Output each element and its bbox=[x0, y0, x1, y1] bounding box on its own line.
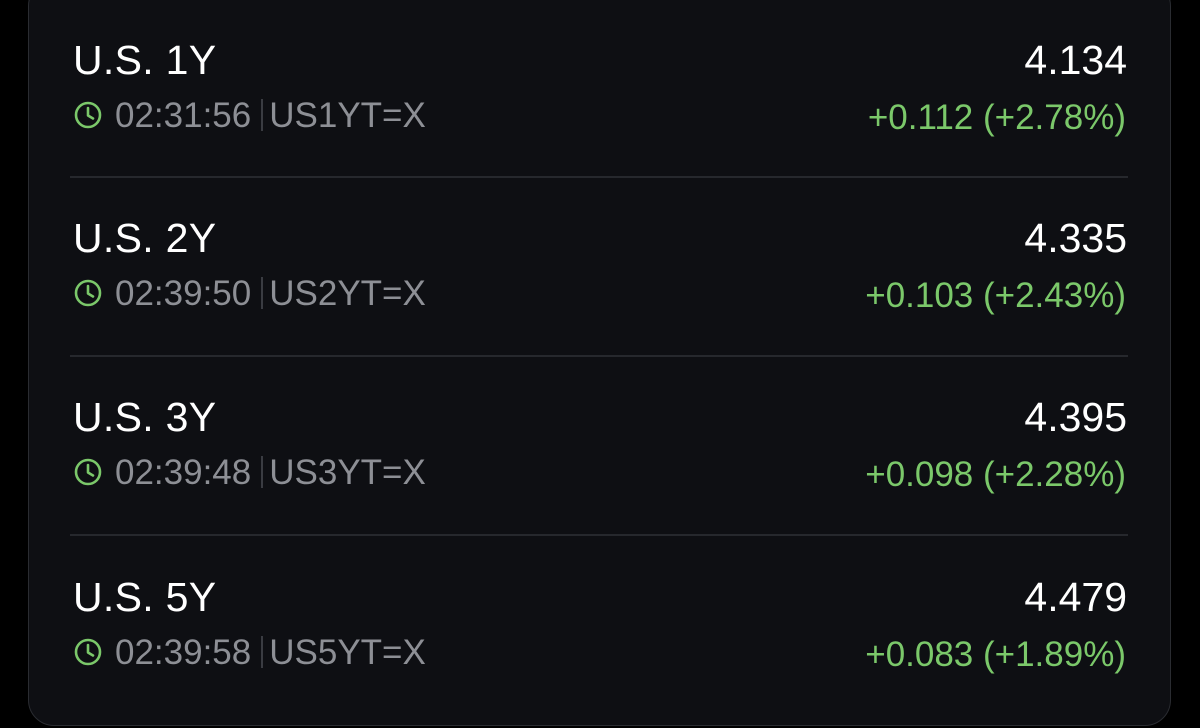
quote-name: U.S. 2Y bbox=[73, 215, 217, 261]
quote-row-us1y[interactable]: U.S. 1Y 02:31:56 US1YT=X 4.134 +0.112 (+… bbox=[70, 0, 1128, 178]
quote-row-us5y[interactable]: U.S. 5Y 02:39:58 US5YT=X 4.479 +0.083 (+… bbox=[70, 537, 1128, 715]
quote-time: 02:39:50 bbox=[115, 273, 252, 313]
quote-meta: 02:39:50 US2YT=X bbox=[73, 273, 426, 313]
quote-symbol: US3YT=X bbox=[269, 452, 426, 492]
row-divider bbox=[70, 534, 1128, 536]
quote-name: U.S. 3Y bbox=[73, 394, 217, 440]
quote-price: 4.479 bbox=[1024, 574, 1127, 620]
quote-row-us3y[interactable]: U.S. 3Y 02:39:48 US3YT=X 4.395 +0.098 (+… bbox=[70, 357, 1128, 535]
quote-time: 02:39:48 bbox=[115, 452, 252, 492]
clock-icon bbox=[74, 279, 102, 307]
quote-change: +0.112 (+2.78%) bbox=[867, 98, 1126, 137]
separator bbox=[261, 277, 264, 309]
quote-row-us2y[interactable]: U.S. 2Y 02:39:50 US2YT=X 4.335 +0.103 (+… bbox=[70, 178, 1128, 356]
quote-meta: 02:31:56 US1YT=X bbox=[73, 95, 426, 135]
quote-change: +0.098 (+2.28%) bbox=[865, 455, 1126, 494]
quote-change: +0.103 (+2.43%) bbox=[865, 276, 1126, 315]
quote-change: +0.083 (+1.89%) bbox=[865, 635, 1126, 674]
separator bbox=[261, 636, 264, 668]
quote-time: 02:39:58 bbox=[115, 632, 252, 672]
quote-time: 02:31:56 bbox=[115, 95, 252, 135]
quote-price: 4.395 bbox=[1024, 394, 1127, 440]
clock-icon bbox=[74, 458, 102, 486]
quote-symbol: US1YT=X bbox=[269, 95, 426, 135]
clock-icon bbox=[74, 638, 102, 666]
quote-price: 4.134 bbox=[1024, 37, 1127, 83]
quote-meta: 02:39:58 US5YT=X bbox=[73, 632, 426, 672]
quote-symbol: US5YT=X bbox=[269, 632, 426, 672]
quote-name: U.S. 1Y bbox=[73, 37, 217, 83]
quote-price: 4.335 bbox=[1024, 215, 1127, 261]
separator bbox=[261, 456, 264, 488]
separator bbox=[261, 99, 264, 131]
quote-symbol: US2YT=X bbox=[269, 273, 426, 313]
quote-name: U.S. 5Y bbox=[73, 574, 217, 620]
quote-meta: 02:39:48 US3YT=X bbox=[73, 452, 426, 492]
clock-icon bbox=[74, 101, 102, 129]
